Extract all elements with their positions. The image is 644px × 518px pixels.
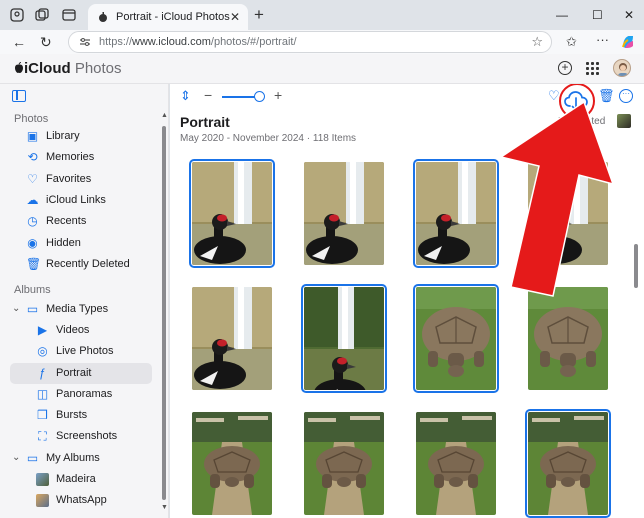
sidebar-item-bursts[interactable]: ❒ Bursts (10, 405, 152, 426)
selected-preview-thumb[interactable] (617, 114, 631, 128)
video-icon: ▶ (37, 323, 48, 337)
sidebar-item-memories[interactable]: ⟲ Memories (10, 147, 152, 168)
sidebar-item-live-photos[interactable]: ◎ Live Photos (10, 341, 152, 362)
sidebar-item-favorites[interactable]: ♡ Favorites (10, 169, 152, 190)
tab-title: Portrait - iCloud Photos (116, 11, 230, 23)
aperture-icon: ƒ (39, 366, 46, 380)
live-photo-icon: ◎ (37, 344, 48, 358)
zoom-in-button[interactable]: + (274, 87, 282, 103)
sidebar-item-icloud-links[interactable]: ☁ iCloud Links (10, 190, 152, 211)
page-title: Portrait (180, 114, 230, 130)
more-options-icon[interactable]: ··· (619, 89, 633, 103)
sidebar-item-media-types[interactable]: ⌄ ▭ Media Types (10, 299, 152, 320)
photo-thumbnail-waterfall-duck[interactable] (301, 284, 387, 393)
clock-icon: ◷ (27, 214, 38, 228)
photo-thumbnail-tortoise[interactable] (413, 284, 499, 393)
memories-icon: ⟲ (27, 150, 38, 164)
sidebar-item-screenshots[interactable]: ⛶ Screenshots (10, 426, 152, 447)
workspaces-icon[interactable] (35, 8, 49, 22)
aspect-toggle-icon[interactable]: ⇕ (180, 89, 191, 103)
reload-icon[interactable]: ↻ (40, 34, 52, 50)
favorites-icon[interactable]: ✩ (566, 34, 577, 50)
site-info-icon[interactable] (79, 37, 91, 47)
chevron-down-icon[interactable]: ⌄ (12, 303, 20, 314)
photo-thumbnail-tortoise-path[interactable] (525, 409, 611, 518)
trash-icon: 🗑 (26, 257, 42, 271)
avatar[interactable] (613, 59, 631, 77)
eye-slash-icon: ◉ (27, 236, 38, 250)
photo-thumbnail-tortoise-path[interactable] (192, 412, 272, 515)
app-launcher-icon[interactable] (586, 62, 599, 75)
scroll-up-arrow[interactable]: ▲ (161, 112, 168, 119)
address-bar[interactable]: https://www.icloud.com/photos/#/portrait… (68, 31, 552, 53)
sidebar-item-recents[interactable]: ◷ Recents (10, 211, 152, 232)
album-thumb-madeira (36, 473, 49, 486)
link-icon: ☁ (26, 193, 39, 207)
download-button[interactable] (559, 84, 595, 119)
sidebar-item-library[interactable]: ▣ Library (10, 126, 152, 147)
tab-actions-icon[interactable] (62, 8, 76, 22)
app-header: iCloud Photos + (0, 54, 644, 84)
folder-icon: ▭ (26, 451, 39, 465)
folder-icon: ▭ (26, 302, 39, 316)
zoom-out-button[interactable]: − (204, 87, 212, 103)
app-logo[interactable]: iCloud Photos (14, 60, 122, 77)
sidebar-item-portrait[interactable]: ƒ Portrait (10, 363, 152, 384)
delete-icon[interactable]: 🗑 (598, 88, 615, 104)
profile-icon[interactable] (10, 8, 24, 22)
photo-thumbnail-tortoise[interactable] (528, 287, 608, 390)
main-scrollbar[interactable] (634, 244, 638, 288)
photo-thumbnail-duck[interactable] (528, 162, 608, 265)
photo-thumbnail-duck[interactable] (304, 162, 384, 265)
photo-thumbnail-tortoise-path[interactable] (304, 412, 384, 515)
screenshot-icon: ⛶ (38, 429, 47, 443)
cloud-download-icon (564, 91, 588, 111)
photo-thumbnail-duck[interactable] (189, 159, 275, 268)
main-content: ⇕ − + ♡ 🗑 ··· Portrait May 2020 - Novemb… (170, 84, 644, 518)
add-icon[interactable]: + (558, 61, 572, 75)
sidebar-toggle-icon[interactable] (12, 90, 26, 102)
apple-icon (99, 12, 107, 22)
maximize-button[interactable]: ☐ (592, 8, 603, 22)
sidebar-item-whatsapp[interactable]: WhatsApp (10, 490, 152, 511)
heart-icon: ♡ (27, 172, 38, 186)
panorama-icon: ◫ (36, 387, 49, 401)
close-window-button[interactable]: ✕ (624, 8, 634, 22)
page-subtitle: May 2020 - November 2024 · 118 Items (180, 133, 357, 144)
photos-toolbar: ⇕ − + ♡ 🗑 ··· (170, 84, 644, 119)
sidebar-item-my-albums[interactable]: ⌄ ▭ My Albums (10, 448, 152, 469)
scroll-down-arrow[interactable]: ▼ (161, 504, 168, 511)
sidebar-item-recently-deleted[interactable]: 🗑 Recently Deleted (10, 254, 152, 275)
settings-more-icon[interactable]: ··· (596, 32, 609, 48)
zoom-slider-handle[interactable] (254, 91, 265, 102)
library-icon: ▣ (26, 129, 39, 143)
sidebar: Photos ▣ Library ⟲ Memories ♡ Favorites ☁ iC… (0, 84, 169, 518)
back-icon[interactable]: ← (12, 34, 26, 50)
browser-tab-portrait[interactable]: Portrait - iCloud Photos ✕ (88, 4, 248, 30)
section-albums: Albums (14, 284, 51, 296)
browser-navbar: ← ↻ https://www.icloud.com/photos/#/port… (0, 30, 644, 54)
new-tab-button[interactable]: + (254, 6, 264, 23)
sidebar-item-videos[interactable]: ▶ Videos (10, 320, 152, 341)
favorite-icon[interactable]: ♡ (548, 88, 560, 104)
sidebar-item-panoramas[interactable]: ◫ Panoramas (10, 384, 152, 405)
apple-logo-icon (15, 62, 23, 73)
chevron-down-icon[interactable]: ⌄ (12, 452, 20, 463)
sidebar-scrollbar[interactable] (162, 126, 166, 500)
section-photos: Photos (14, 113, 49, 125)
photo-thumbnail-duck[interactable] (413, 159, 499, 268)
url-text: https://www.icloud.com/photos/#/portrait… (99, 36, 297, 48)
photo-thumbnail-duck[interactable] (192, 287, 272, 390)
favorite-star-icon[interactable]: ☆ (531, 34, 543, 50)
photo-thumbnail-tortoise-path[interactable] (416, 412, 496, 515)
sidebar-item-hidden[interactable]: ◉ Hidden (10, 233, 152, 254)
browser-titlebar: Portrait - iCloud Photos ✕ + — ☐ ✕ (0, 0, 644, 30)
album-thumb-whatsapp (36, 494, 49, 507)
copilot-icon[interactable] (620, 34, 636, 50)
close-tab-icon[interactable]: ✕ (230, 10, 240, 24)
sidebar-item-madeira[interactable]: Madeira (10, 469, 152, 490)
minimize-button[interactable]: — (556, 8, 568, 22)
bursts-icon: ❒ (37, 408, 48, 422)
